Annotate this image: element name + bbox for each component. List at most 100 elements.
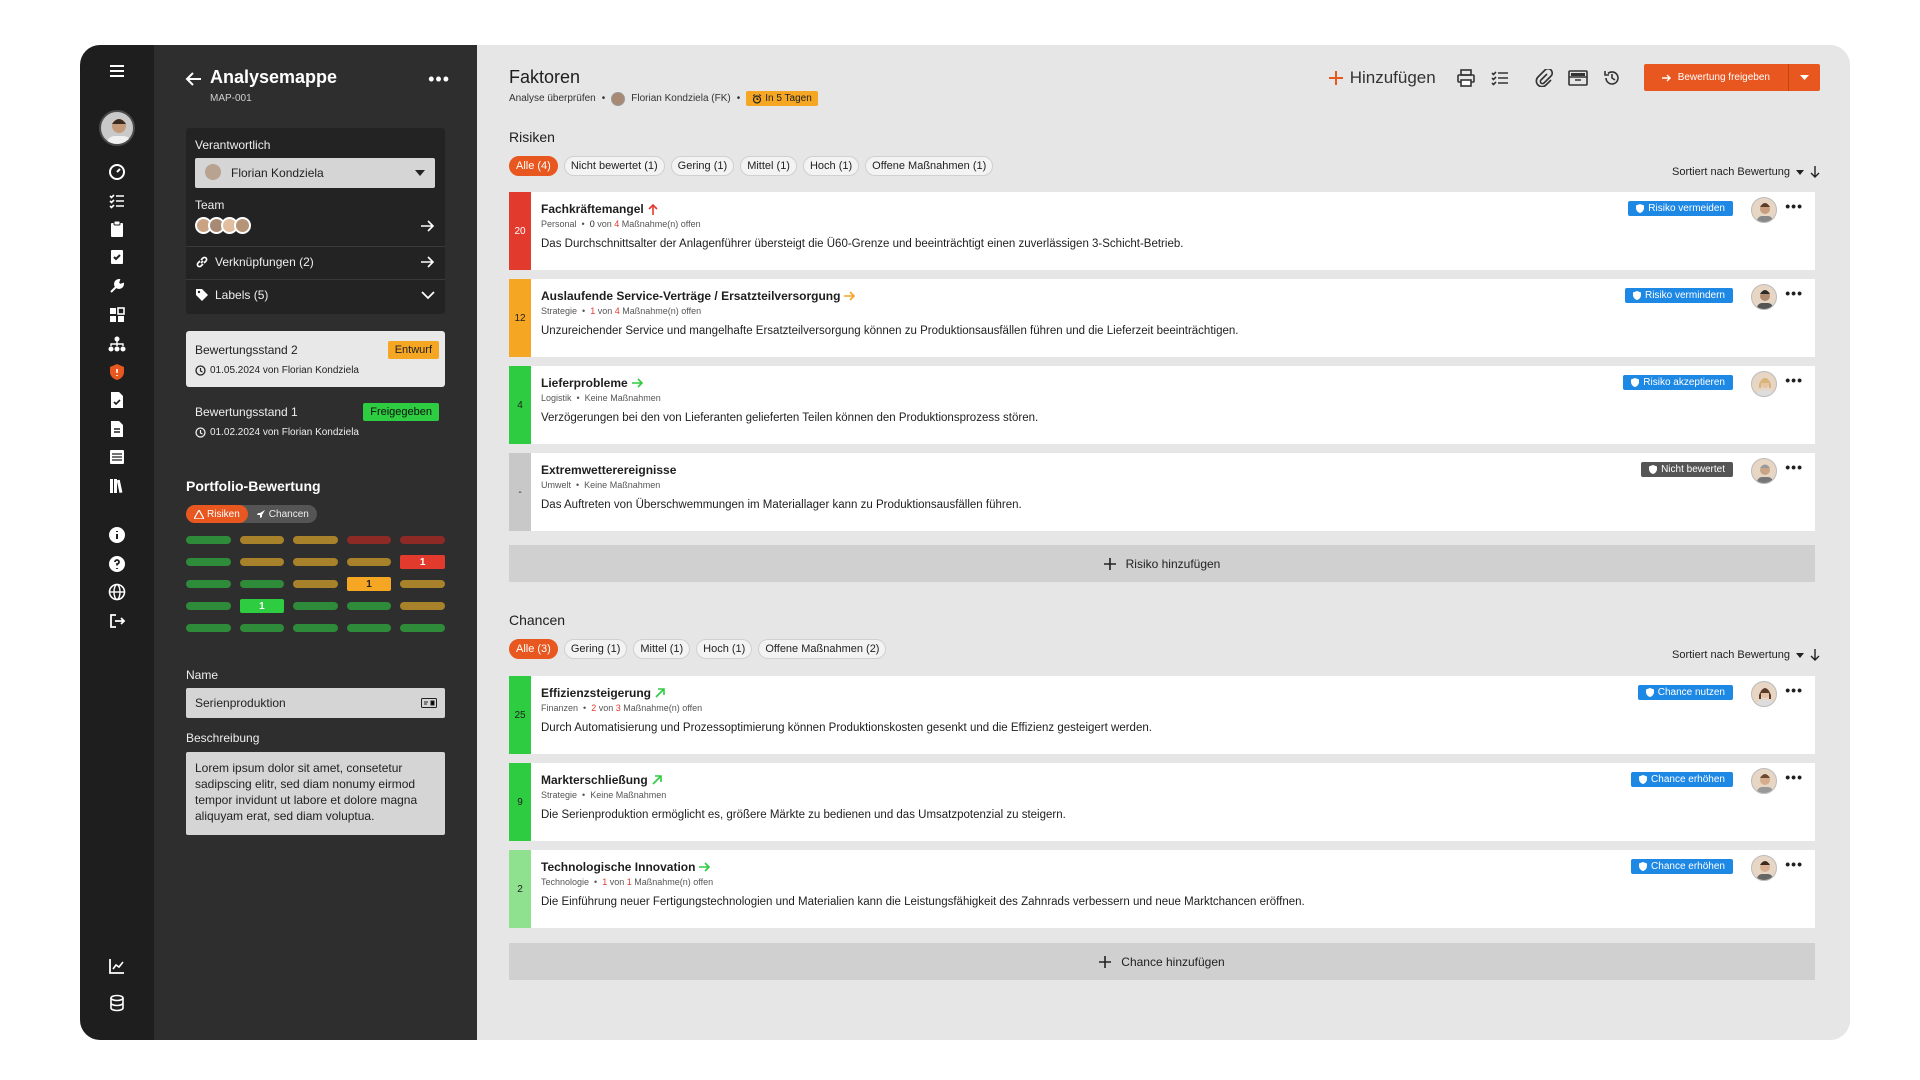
strategy-badge[interactable]: Chance erhöhen [1631,859,1733,874]
document-check-icon[interactable] [99,386,135,414]
release-button[interactable]: Bewertung freigeben [1643,64,1788,91]
avatar[interactable] [1751,458,1777,484]
risk-card[interactable]: 4 Lieferprobleme Logistik • Keine Maßnahm… [509,366,1815,444]
user-avatar[interactable] [99,110,135,146]
more-options-icon[interactable]: ••• [1785,856,1803,872]
dashboard-icon[interactable] [99,158,135,186]
icon-rail [80,45,154,1040]
chip-high[interactable]: Hoch (1) [696,639,753,659]
more-options-icon[interactable]: ••• [1785,459,1803,475]
list-icon[interactable] [99,443,135,471]
due-badge: In 5 Tagen [746,91,818,106]
add-risk-button[interactable]: Risiko hinzufügen [509,545,1815,582]
history-icon[interactable] [1602,68,1622,88]
avatar[interactable] [1751,284,1777,310]
risk-card[interactable]: 20 Fachkräftemangel Personal • 0 von 4 Ma… [509,192,1815,270]
heat-cell-high[interactable]: 1 [400,555,445,569]
chip-all[interactable]: Alle (4) [509,156,558,176]
plus-icon [1099,955,1112,968]
risk-sort[interactable]: Sortiert nach Bewertung [1672,166,1820,178]
strategy-badge[interactable]: Chance nutzen [1637,685,1733,700]
chip-high[interactable]: Hoch (1) [802,156,860,176]
portfolio-title: Portfolio-Bewertung [186,478,321,494]
checklist-icon[interactable] [1490,68,1510,88]
chip-open-measures[interactable]: Offene Maßnahmen (2) [758,639,887,659]
avatar[interactable] [1751,681,1777,707]
logout-icon[interactable] [99,607,135,635]
add-chance-button[interactable]: Chance hinzufügen [509,943,1815,980]
menu-icon[interactable] [99,57,135,85]
more-options-icon[interactable]: ••• [1785,372,1803,388]
card-title: Auslaufende Service-Verträge / Ersatztei… [541,289,841,303]
more-options-icon[interactable]: ••• [1785,285,1803,301]
shield-icon[interactable] [99,358,135,386]
chip-unrated[interactable]: Nicht bewertet (1) [563,156,665,176]
sort-direction-icon[interactable] [1810,649,1820,661]
arrow-right-icon [421,256,435,268]
card-title: Effizienzsteigerung [541,686,652,700]
version-item-2[interactable]: Bewertungsstand 2 01.05.2024 von Florian… [186,331,445,387]
chip-low[interactable]: Gering (1) [670,156,735,176]
database-icon[interactable] [99,989,135,1017]
labels-row[interactable]: Labels (5) [195,288,435,302]
chance-card[interactable]: 2 Technologische Innovation Technologie •… [509,850,1815,928]
risk-chance-toggle[interactable]: Risiken Chancen [186,505,317,523]
print-icon[interactable] [1456,68,1476,88]
avatar[interactable] [1751,768,1777,794]
add-button[interactable]: Hinzufügen [1328,68,1436,88]
page-title: Faktoren [509,67,581,87]
more-options-icon[interactable]: ••• [428,69,450,90]
responsible-dropdown[interactable]: Florian Kondziela [195,158,435,188]
name-field[interactable]: Serienproduktion [186,688,445,718]
strategy-badge[interactable]: Risiko vermindern [1624,288,1733,303]
heat-cell-medium[interactable]: 1 [346,577,392,591]
meta-user[interactable]: Florian Kondziela (FK) [631,93,730,104]
help-icon[interactable] [99,550,135,578]
strategy-badge[interactable]: Chance erhöhen [1631,772,1733,787]
info-icon[interactable] [99,521,135,549]
analytics-icon[interactable] [99,952,135,980]
more-options-icon[interactable]: ••• [1785,682,1803,698]
team-avatars[interactable] [195,217,251,234]
sort-direction-icon[interactable] [1810,166,1820,178]
hierarchy-icon[interactable] [99,330,135,358]
description-field[interactable]: Lorem ipsum dolor sit amet, consetetur s… [186,752,445,835]
attachment-icon[interactable] [1534,68,1554,88]
chip-open-measures[interactable]: Offene Maßnahmen (1) [865,156,994,176]
chip-low[interactable]: Gering (1) [563,639,628,659]
arrow-right-icon[interactable] [421,220,435,232]
checklist-icon[interactable] [99,187,135,215]
strategy-badge[interactable]: Risiko vermeiden [1628,201,1733,216]
puzzle-icon[interactable] [99,301,135,329]
strategy-badge[interactable]: Risiko akzeptieren [1623,375,1733,390]
strategy-badge[interactable]: Nicht bewertet [1641,462,1733,477]
avatar[interactable] [1751,855,1777,881]
more-options-icon[interactable]: ••• [1785,769,1803,785]
chip-medium[interactable]: Mittel (1) [633,639,691,659]
globe-icon[interactable] [99,578,135,606]
links-row[interactable]: Verknüpfungen (2) [195,255,435,269]
more-options-icon[interactable]: ••• [1785,198,1803,214]
wrench-icon[interactable] [99,272,135,300]
toggle-chances[interactable]: Chancen [248,505,317,523]
chip-medium[interactable]: Mittel (1) [740,156,797,176]
chance-card[interactable]: 9 Markterschließung Strategie • Keine Maß… [509,763,1815,841]
tasks-icon[interactable] [99,243,135,271]
back-arrow-icon[interactable] [184,69,204,89]
clipboard-icon[interactable] [99,215,135,243]
heat-cell-low[interactable]: 1 [239,599,285,613]
version-title: Bewertungsstand 1 [195,405,298,419]
risk-card[interactable]: 12 Auslaufende Service-Verträge / Ersatz… [509,279,1815,357]
release-dropdown-button[interactable] [1788,64,1820,91]
library-icon[interactable] [99,472,135,500]
chip-all[interactable]: Alle (3) [509,639,558,659]
chance-card[interactable]: 25 Effizienzsteigerung Finanzen • 2 von 3… [509,676,1815,754]
version-item-1[interactable]: Bewertungsstand 1 01.02.2024 von Florian… [186,393,445,449]
avatar[interactable] [1751,371,1777,397]
toggle-risks[interactable]: Risiken [186,505,248,523]
document-icon[interactable] [99,415,135,443]
archive-icon[interactable] [1567,68,1588,88]
risk-card[interactable]: - Extremwetterereignisse Umwelt • Keine M… [509,453,1815,531]
chance-sort[interactable]: Sortiert nach Bewertung [1672,649,1820,661]
avatar[interactable] [1751,197,1777,223]
